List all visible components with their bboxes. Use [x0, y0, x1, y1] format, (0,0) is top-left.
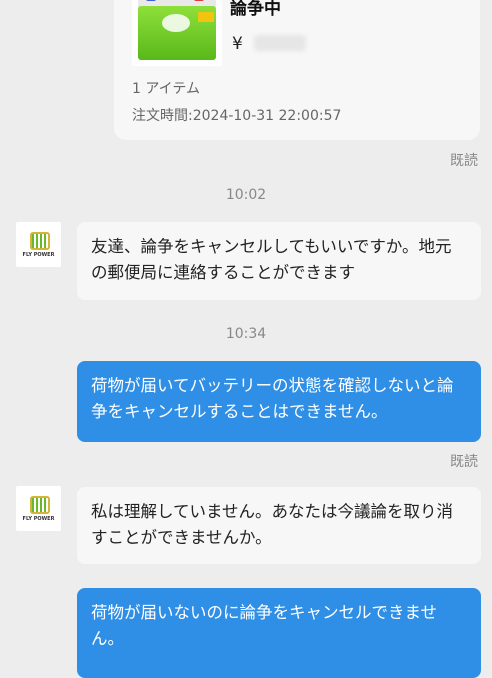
product-thumbnail[interactable]: [132, 0, 222, 66]
battery-logo: [162, 14, 190, 32]
battery-logo-icon: [30, 496, 50, 514]
read-status: 既読: [450, 454, 478, 470]
message-bubble-sent[interactable]: 荷物が届いないのに論争をキャンセルできません。: [77, 588, 481, 678]
avatar-logo-text: FLY POWER: [22, 516, 55, 522]
price-value-blurred: [254, 35, 307, 51]
battery-logo-icon: [30, 232, 50, 250]
message-time: 10:34: [225, 326, 267, 342]
message-bubble-sent[interactable]: 荷物が届いてバッテリーの状態を確認しないと論争をキャンセルすることはできません。: [77, 361, 481, 442]
message-time: 10:02: [225, 187, 267, 203]
seller-avatar[interactable]: FLY POWER: [16, 222, 61, 267]
battery-badge: [198, 12, 214, 22]
item-count: 1 アイテム: [132, 81, 200, 97]
battery-terminal-positive: [194, 0, 204, 1]
avatar-logo-text: FLY POWER: [22, 252, 55, 258]
price: ¥: [232, 34, 307, 54]
order-status: 論争中: [230, 0, 281, 19]
battery-terminal-negative: [146, 0, 156, 1]
order-time: 注文時間:2024-10-31 22:00:57: [132, 108, 342, 124]
read-status: 既読: [450, 153, 478, 169]
message-bubble-received[interactable]: 私は理解していません。あなたは今議論を取り消すことができませんか。: [77, 487, 481, 564]
order-card[interactable]: 論争中 ¥ 1 アイテム 注文時間:2024-10-31 22:00:57: [114, 0, 480, 140]
seller-avatar[interactable]: FLY POWER: [16, 486, 61, 531]
message-bubble-received[interactable]: 友達、論争をキャンセルしてもいいですか。地元の郵便局に連絡することができます: [77, 222, 481, 300]
currency-symbol: ¥: [232, 34, 243, 54]
